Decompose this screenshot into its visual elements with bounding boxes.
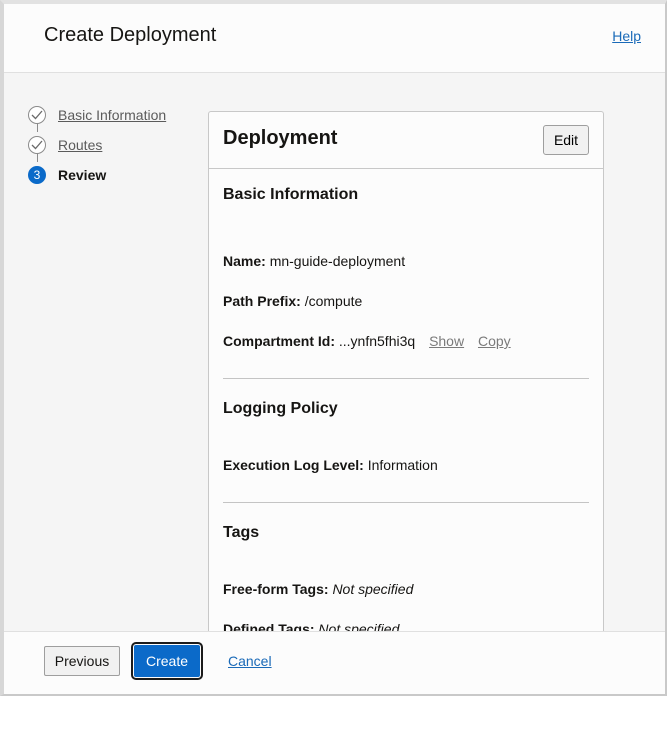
create-deployment-dialog: Create Deployment Help Basic Information… bbox=[0, 0, 667, 696]
field-value: Information bbox=[367, 457, 438, 473]
show-link[interactable]: Show bbox=[429, 333, 464, 349]
field-compartment-id: Compartment Id: ...ynfn5fhi3q Show Copy bbox=[223, 333, 511, 349]
step-number-badge: 3 bbox=[28, 166, 46, 184]
step-label[interactable]: Basic Information bbox=[58, 107, 166, 123]
copy-link[interactable]: Copy bbox=[478, 333, 511, 349]
field-value: mn-guide-deployment bbox=[269, 253, 406, 269]
field-label: Compartment Id: bbox=[223, 333, 335, 349]
field-value: ...ynfn5fhi3q bbox=[338, 333, 416, 349]
dialog-title: Create Deployment bbox=[44, 24, 217, 46]
create-button[interactable]: Create bbox=[131, 642, 203, 680]
field-label: Free-form Tags: bbox=[223, 581, 329, 597]
help-link[interactable]: Help bbox=[612, 28, 641, 44]
wizard-steps: Basic Information Routes 3 Review bbox=[28, 100, 198, 190]
field-label: Name: bbox=[223, 253, 266, 269]
dialog-header: Create Deployment Help bbox=[4, 4, 665, 73]
dialog-footer: Previous Create Cancel bbox=[4, 631, 665, 694]
field-value: /compute bbox=[304, 293, 363, 309]
step-label: Review bbox=[58, 167, 107, 183]
section-title-basic-information: Basic Information bbox=[223, 186, 359, 203]
field-label: Execution Log Level: bbox=[223, 457, 364, 473]
edit-button[interactable]: Edit bbox=[543, 125, 589, 155]
deployment-summary-card: Deployment Edit Basic Information Name: … bbox=[208, 111, 604, 652]
section-title-logging-policy: Logging Policy bbox=[223, 400, 338, 417]
section-title-tags: Tags bbox=[223, 524, 260, 541]
step-basic-information[interactable]: Basic Information bbox=[28, 100, 198, 130]
step-label[interactable]: Routes bbox=[58, 137, 102, 153]
step-review: 3 Review bbox=[28, 160, 198, 190]
field-label: Path Prefix: bbox=[223, 293, 301, 309]
section-divider bbox=[223, 378, 589, 379]
step-routes[interactable]: Routes bbox=[28, 130, 198, 160]
card-header: Deployment Edit bbox=[209, 112, 603, 169]
card-title: Deployment bbox=[223, 127, 338, 149]
field-value: Not specified bbox=[332, 581, 414, 597]
field-freeform-tags: Free-form Tags: Not specified bbox=[223, 581, 413, 597]
check-circle-icon bbox=[28, 136, 46, 154]
field-name: Name: mn-guide-deployment bbox=[223, 253, 405, 269]
section-divider bbox=[223, 502, 589, 503]
cancel-link[interactable]: Cancel bbox=[228, 653, 272, 669]
field-execution-log-level: Execution Log Level: Information bbox=[223, 457, 438, 473]
previous-button[interactable]: Previous bbox=[44, 646, 120, 676]
field-path-prefix: Path Prefix: /compute bbox=[223, 293, 362, 309]
check-circle-icon bbox=[28, 106, 46, 124]
